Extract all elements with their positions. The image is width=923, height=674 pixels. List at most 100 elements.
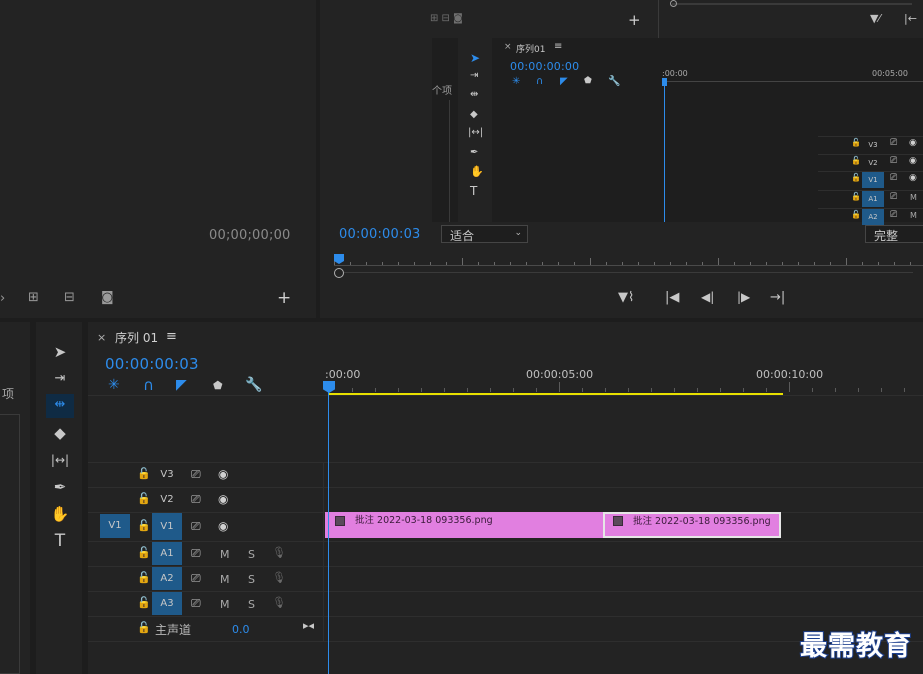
track-select-tool-icon[interactable]: ⇥ [48,368,72,390]
mute-button[interactable]: M [910,211,917,220]
mini-playhead-handle[interactable] [662,78,667,86]
lock-icon[interactable]: 🔓 [851,174,861,182]
mini-track-target-v2[interactable]: V2 [862,155,884,171]
razor-tool-icon[interactable]: ◆ [470,110,478,120]
add-button-icon[interactable]: + [628,13,641,28]
marker-icon[interactable]: ▼⁄ [870,13,880,24]
toggle-output-icon[interactable]: ⎚ [890,193,897,202]
razor-tool-icon[interactable]: ◆ [48,422,72,444]
toggle-output-icon[interactable]: ⎚ [191,572,201,584]
clip-2[interactable]: 批注 2022-03-18 093356.png [603,512,781,538]
timeline-tab-menu[interactable]: ≡ [166,329,177,344]
mute-button[interactable]: M [220,573,230,586]
mic-icon[interactable]: 🎙 [272,572,286,583]
eye-icon[interactable]: ◉ [909,139,917,148]
lock-icon[interactable]: 🔓 [137,622,151,633]
program-timecode[interactable]: 00:00:00:03 [339,227,421,242]
mini-linked-icon[interactable]: ◤ [560,77,568,87]
toggle-output-icon[interactable]: ⎚ [890,139,897,148]
export-frame-icon[interactable]: › [0,292,5,305]
mute-button[interactable]: M [910,193,917,202]
mini-tab-menu[interactable]: ≡ [554,41,562,52]
ripple-edit-tool-icon[interactable]: ⇹ [470,90,478,100]
pen-tool-icon[interactable]: ✒ [470,148,478,158]
slip-tool-icon[interactable]: |↔| [468,128,483,138]
mini-tab-label[interactable]: 序列01 [516,42,545,55]
camera-icon[interactable]: ◙ [101,291,114,304]
mini-marker-icon[interactable]: ⬟ [584,77,592,86]
master-volume-value[interactable]: 0.0 [232,623,250,636]
mini-track-target-a2[interactable]: A2 [862,209,884,225]
mute-button[interactable]: M [220,548,230,561]
track-select-tool-icon[interactable]: ⇥ [470,71,478,81]
pen-tool-icon[interactable]: ✒ [48,476,72,498]
lock-icon[interactable]: 🔓 [137,493,151,504]
go-to-out-point-icon[interactable]: →| [770,291,785,304]
timeline-tab-close[interactable]: × [97,331,106,344]
eye-icon[interactable]: ◉ [909,157,917,166]
fit-dropdown[interactable]: 适合 ⌄ [441,225,528,243]
track-target-a3[interactable]: A3 [152,592,182,615]
zoom-handle[interactable] [334,268,344,278]
mini-track-target-v3[interactable]: V3 [862,137,884,153]
timeline-tab-label[interactable]: 序列 01 [115,329,158,346]
eye-icon[interactable]: ◉ [218,520,228,532]
slip-tool-icon[interactable]: |↔| [46,449,74,471]
toggle-output-icon[interactable]: ⎚ [191,547,201,559]
lock-icon[interactable]: 🔓 [137,572,151,583]
toggle-output-icon[interactable]: ⎚ [191,468,201,480]
marker-icon[interactable]: ⬟ [213,380,223,391]
type-tool-icon[interactable]: T [470,185,477,197]
selection-tool-icon[interactable]: ➤ [470,52,480,64]
mini-wrench-icon[interactable]: 🔧 [608,77,620,87]
linked-selection-icon[interactable]: ◤ [176,378,187,392]
mini-track-target-a1[interactable]: A1 [862,191,884,207]
lock-icon[interactable]: 🔓 [137,547,151,558]
ripple-edit-tool-icon[interactable]: ⇹ [46,394,74,418]
scroll-track[interactable] [672,3,912,5]
lock-icon[interactable]: 🔓 [851,139,861,147]
toggle-output-icon[interactable]: ⎚ [890,157,897,166]
wrench-icon[interactable]: 🔧 [245,378,262,392]
go-to-in-icon[interactable]: |← [904,13,917,24]
track-target-a1[interactable]: A1 [152,542,182,565]
timeline-timecode[interactable]: 00:00:00:03 [105,355,199,373]
timeline-playhead-line[interactable] [328,392,329,674]
track-target-v1[interactable]: V1 [152,513,182,540]
mini-playhead[interactable] [664,80,665,222]
scroll-handle[interactable] [670,0,677,7]
solo-button[interactable]: S [248,598,255,611]
eye-icon[interactable]: ◉ [909,174,917,183]
lock-icon[interactable]: 🔓 [851,193,861,201]
mini-nest-icon[interactable]: ✳ [512,77,520,87]
track-target-v2[interactable]: V2 [152,488,182,511]
lock-icon[interactable]: 🔓 [851,211,861,219]
overwrite-icon[interactable]: ⊟ [64,291,75,304]
solo-button[interactable]: S [248,548,255,561]
toggle-output-icon[interactable]: ⎚ [191,493,201,505]
zoom-track[interactable] [344,272,913,273]
type-tool-icon[interactable]: T [48,530,72,552]
insert-icon[interactable]: ⊞ [28,291,39,304]
mic-icon[interactable]: 🎙 [272,597,286,608]
lock-icon[interactable]: 🔓 [137,597,151,608]
hand-tool-icon[interactable]: ✋ [48,503,72,525]
nest-sequence-icon[interactable]: ✳ [108,378,120,392]
toolbar-icon-1[interactable]: ⊞ ⊟ ◙ [430,14,463,24]
mic-icon[interactable]: 🎙 [272,547,286,558]
mini-magnet-icon[interactable]: ∩ [536,77,543,87]
toggle-output-icon[interactable]: ⎚ [890,174,897,183]
lock-icon[interactable]: 🔓 [137,468,151,479]
track-target-a2[interactable]: A2 [152,567,182,590]
mini-tab-close[interactable]: × [504,42,512,52]
mini-timecode[interactable]: 00:00:00:00 [510,60,579,73]
program-scrubber[interactable] [334,255,923,269]
hand-tool-icon[interactable]: ✋ [470,166,484,177]
magnet-icon[interactable]: ∩ [143,378,154,393]
source-patch-v1[interactable]: V1 [100,514,130,538]
add-marker-icon[interactable]: ▼⌇ [618,291,634,304]
quality-dropdown[interactable]: 完整 [865,225,923,243]
mini-track-target-v1[interactable]: V1 [862,172,884,188]
solo-button[interactable]: S [248,573,255,586]
step-back-icon[interactable]: ◀| [701,291,714,303]
